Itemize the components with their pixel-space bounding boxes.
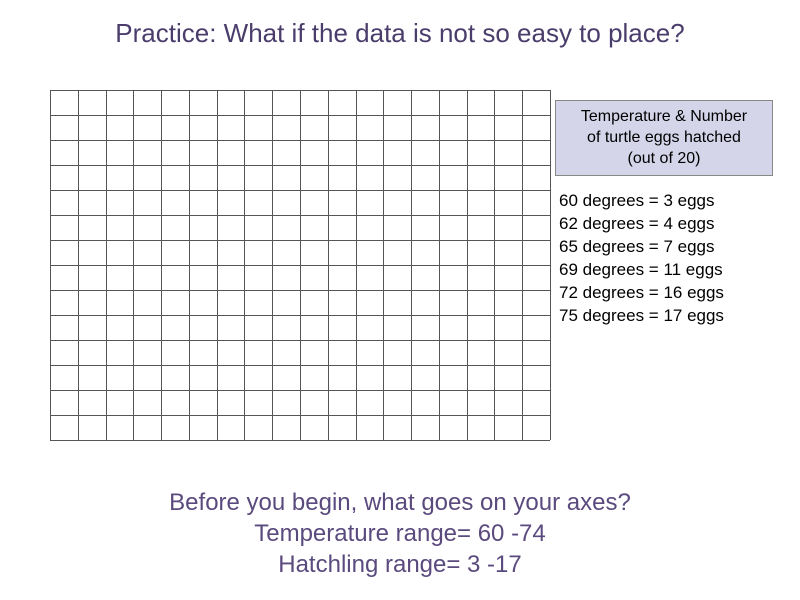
heading-line: Temperature & Number bbox=[581, 108, 747, 125]
grid-line-horizontal bbox=[50, 440, 550, 441]
data-row: 60 degrees = 3 eggs bbox=[559, 190, 773, 213]
data-row: 69 degrees = 11 eggs bbox=[559, 259, 773, 282]
grid-line-horizontal bbox=[50, 140, 550, 141]
heading-line: (out of 20) bbox=[628, 150, 701, 167]
blank-grid bbox=[50, 90, 550, 440]
grid-line-horizontal bbox=[50, 290, 550, 291]
bottom-prompt: Before you begin, what goes on your axes… bbox=[0, 487, 800, 581]
data-row: 75 degrees = 17 eggs bbox=[559, 305, 773, 328]
bottom-line: Before you begin, what goes on your axes… bbox=[0, 487, 800, 518]
grid-line-horizontal bbox=[50, 90, 550, 91]
data-row: 72 degrees = 16 eggs bbox=[559, 282, 773, 305]
grid-line-horizontal bbox=[50, 340, 550, 341]
data-panel-heading: Temperature & Number of turtle eggs hatc… bbox=[555, 100, 773, 176]
data-panel: Temperature & Number of turtle eggs hatc… bbox=[555, 100, 773, 328]
data-row: 65 degrees = 7 eggs bbox=[559, 236, 773, 259]
grid-line-horizontal bbox=[50, 240, 550, 241]
data-list: 60 degrees = 3 eggs 62 degrees = 4 eggs … bbox=[555, 190, 773, 328]
grid-line-horizontal bbox=[50, 265, 550, 266]
bottom-line: Temperature range= 60 -74 bbox=[0, 518, 800, 549]
grid-line-horizontal bbox=[50, 215, 550, 216]
page-title: Practice: What if the data is not so eas… bbox=[50, 18, 750, 49]
grid-line-horizontal bbox=[50, 190, 550, 191]
grid-line-vertical bbox=[550, 90, 551, 440]
data-row: 62 degrees = 4 eggs bbox=[559, 213, 773, 236]
grid-line-horizontal bbox=[50, 315, 550, 316]
grid-line-horizontal bbox=[50, 415, 550, 416]
grid-line-horizontal bbox=[50, 365, 550, 366]
heading-line: of turtle eggs hatched bbox=[587, 129, 741, 146]
grid-line-horizontal bbox=[50, 390, 550, 391]
grid-line-horizontal bbox=[50, 165, 550, 166]
bottom-line: Hatchling range= 3 -17 bbox=[0, 549, 800, 580]
grid-line-horizontal bbox=[50, 115, 550, 116]
